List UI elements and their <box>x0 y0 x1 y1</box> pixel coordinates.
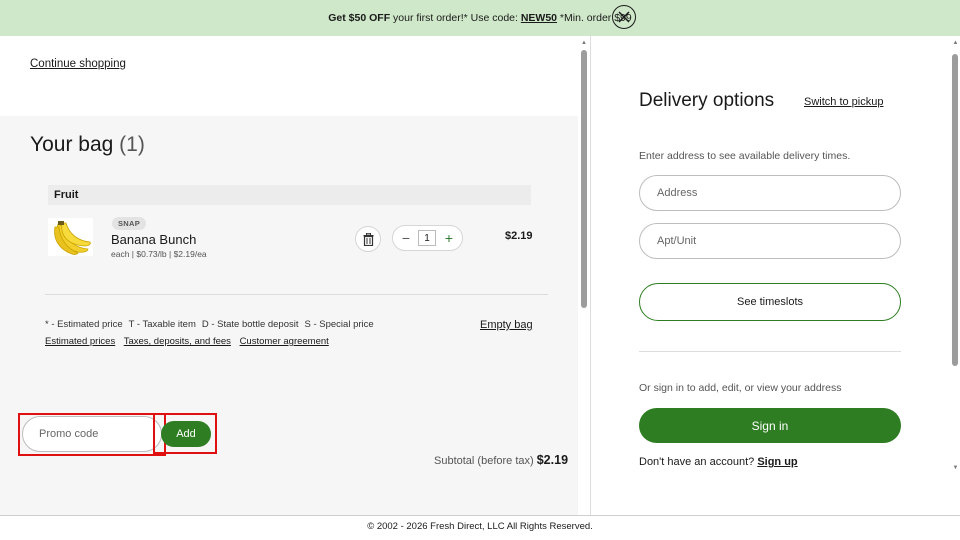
switch-to-pickup-link[interactable]: Switch to pickup <box>804 96 883 108</box>
subtotal-value: $2.19 <box>536 453 569 467</box>
quantity-stepper: − 1 + <box>392 225 463 251</box>
legal-links: Estimated prices Taxes, deposits, and fe… <box>45 336 335 347</box>
cart-scrollbar[interactable]: ▲ <box>580 40 588 312</box>
cart-header: Continue shopping <box>0 36 578 116</box>
scroll-up-arrow[interactable]: ▲ <box>580 40 588 46</box>
product-image[interactable] <box>48 218 93 256</box>
subtotal: Subtotal (before tax) $2.19 <box>434 453 569 467</box>
delivery-title: Delivery options <box>639 90 775 111</box>
signin-hint: Or sign in to add, edit, or view your ad… <box>639 382 842 394</box>
bag-count: (1) <box>119 133 145 156</box>
cart-scrollbar-thumb[interactable] <box>581 50 587 308</box>
signup-prompt: Don't have an account? Sign up <box>639 456 798 468</box>
see-timeslots-button[interactable]: See timeslots <box>639 283 901 321</box>
banner-promo-code: NEW50 <box>520 12 558 24</box>
taxes-fees-link[interactable]: Taxes, deposits, and fees <box>124 336 231 347</box>
banner-close-button[interactable] <box>612 5 636 29</box>
product-unit-price: each | $0.73/lb | $2.19/ea <box>111 249 207 259</box>
increase-quantity-button[interactable]: + <box>442 229 456 247</box>
scroll-down-arrow[interactable]: ▼ <box>951 465 960 471</box>
banana-image <box>54 221 91 255</box>
delivery-scrollbar-thumb[interactable] <box>952 54 958 366</box>
promo-input-highlight <box>18 413 166 456</box>
delivery-hint: Enter address to see available delivery … <box>639 150 851 162</box>
delivery-scrollbar[interactable]: ▲ ▼ <box>951 40 960 480</box>
remove-item-button[interactable] <box>355 226 381 252</box>
snap-badge: SNAP <box>112 217 147 230</box>
banner-text: Get $50 OFF your first order!* Use code:… <box>328 12 632 24</box>
footer-copyright: © 2002 - 2026 Fresh Direct, LLC All Righ… <box>0 515 960 540</box>
sign-in-button[interactable]: Sign in <box>639 408 901 443</box>
sign-up-link[interactable]: Sign up <box>757 456 797 468</box>
promo-banner: Get $50 OFF your first order!* Use code:… <box>0 0 960 36</box>
address-input[interactable] <box>639 175 901 211</box>
bag-title: Your bag (1) <box>30 133 145 156</box>
quantity-input[interactable]: 1 <box>418 230 436 246</box>
trash-icon <box>363 232 373 246</box>
decrease-quantity-button[interactable]: − <box>399 229 413 247</box>
empty-bag-link[interactable]: Empty bag <box>480 319 533 331</box>
apt-unit-input[interactable] <box>639 223 901 259</box>
product-name[interactable]: Banana Bunch <box>111 232 196 247</box>
divider <box>45 294 548 295</box>
continue-shopping-link[interactable]: Continue shopping <box>30 58 126 70</box>
customer-agreement-link[interactable]: Customer agreement <box>240 336 329 347</box>
scroll-up-arrow[interactable]: ▲ <box>951 40 960 46</box>
delivery-panel: Delivery options Switch to pickup Enter … <box>591 36 960 515</box>
item-price: $2.19 <box>505 230 533 242</box>
divider <box>639 351 901 352</box>
add-button-highlight <box>153 413 217 454</box>
category-header: Fruit <box>48 185 531 205</box>
price-legend: * - Estimated price T - Taxable item D - S… <box>45 319 374 330</box>
estimated-prices-link[interactable]: Estimated prices <box>45 336 115 347</box>
close-icon <box>618 11 630 23</box>
